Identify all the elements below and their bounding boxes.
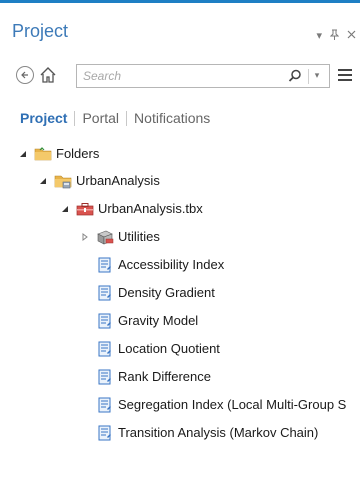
home-icon <box>40 67 56 83</box>
tree-node-tool[interactable]: Gravity Model <box>96 310 198 332</box>
tree-node-label: Segregation Index (Local Multi-Group S <box>118 397 347 412</box>
tree-node-urbananalysis-folder[interactable]: UrbanAnalysis <box>38 170 160 192</box>
home-button[interactable] <box>38 65 58 85</box>
back-button[interactable] <box>16 66 34 84</box>
options-dropdown-icon[interactable]: ▾ <box>316 30 322 42</box>
tree-node-label: UrbanAnalysis <box>76 173 160 188</box>
tree-node-label: UrbanAnalysis.tbx <box>98 201 203 216</box>
tree-node-label: Accessibility Index <box>118 257 225 272</box>
pin-icon[interactable] <box>329 29 340 43</box>
search-button[interactable] <box>287 68 303 84</box>
script-tool-icon <box>96 425 114 441</box>
expanded-triangle-icon[interactable] <box>60 204 70 214</box>
tab-project[interactable]: Project <box>20 110 67 126</box>
tree-node-label: Utilities <box>118 229 160 244</box>
tree-node-label: Gravity Model <box>118 313 199 328</box>
tree-node-tool[interactable]: Location Quotient <box>96 338 220 360</box>
tree-node-label: Location Quotient <box>118 341 220 356</box>
folder-icon <box>34 146 52 162</box>
toolbox-icon <box>76 201 94 217</box>
search-input[interactable] <box>83 68 273 84</box>
script-tool-icon <box>96 369 114 385</box>
search-divider <box>308 69 309 84</box>
search-box[interactable]: ▾ <box>76 64 330 88</box>
tab-bar: Project Portal Notifications <box>20 110 210 126</box>
tree-node-utilities[interactable]: Utilities <box>80 226 160 248</box>
tree-node-tool[interactable]: Transition Analysis (Markov Chain) <box>96 422 318 444</box>
script-tool-icon <box>96 313 114 329</box>
tab-notifications[interactable]: Notifications <box>134 110 210 126</box>
expanded-triangle-icon[interactable] <box>18 149 28 159</box>
pane-header: Project ▾ <box>0 3 360 47</box>
menu-icon-bar <box>338 69 352 71</box>
pane-header-controls: ▾ <box>316 29 356 43</box>
script-tool-icon <box>96 341 114 357</box>
close-icon[interactable] <box>347 30 356 42</box>
back-arrow-icon <box>21 71 28 79</box>
tree-node-tool[interactable]: Accessibility Index <box>96 254 224 276</box>
tree-node-tool[interactable]: Segregation Index (Local Multi-Group S <box>96 394 360 416</box>
folder-connection-icon <box>54 173 72 189</box>
tree-node-label: Folders <box>56 146 100 161</box>
expanded-triangle-icon[interactable] <box>38 176 48 186</box>
search-icon <box>288 69 301 82</box>
script-tool-icon <box>96 285 114 301</box>
script-tool-icon <box>96 257 114 273</box>
tree-node-label: Rank Difference <box>118 369 211 384</box>
toolset-icon <box>96 229 114 245</box>
tab-divider <box>74 110 76 126</box>
collapsed-triangle-icon[interactable] <box>80 232 90 242</box>
tree-node-tool[interactable]: Rank Difference <box>96 366 211 388</box>
tree-node-folders[interactable]: Folders <box>18 143 99 165</box>
tab-portal[interactable]: Portal <box>82 110 119 126</box>
search-options-dropdown-icon[interactable]: ▾ <box>311 70 323 82</box>
tab-divider <box>126 110 128 126</box>
tree-node-label: Transition Analysis (Markov Chain) <box>118 425 319 440</box>
menu-icon-bar <box>338 74 352 76</box>
tree-node-toolbox[interactable]: UrbanAnalysis.tbx <box>60 198 203 220</box>
menu-button[interactable] <box>338 69 352 83</box>
tree-node-label: Density Gradient <box>118 285 215 300</box>
toolbar: ▾ <box>0 64 360 88</box>
script-tool-icon <box>96 397 114 413</box>
tree-node-tool[interactable]: Density Gradient <box>96 282 215 304</box>
pane-title: Project <box>12 21 69 41</box>
menu-icon-bar <box>338 79 352 81</box>
